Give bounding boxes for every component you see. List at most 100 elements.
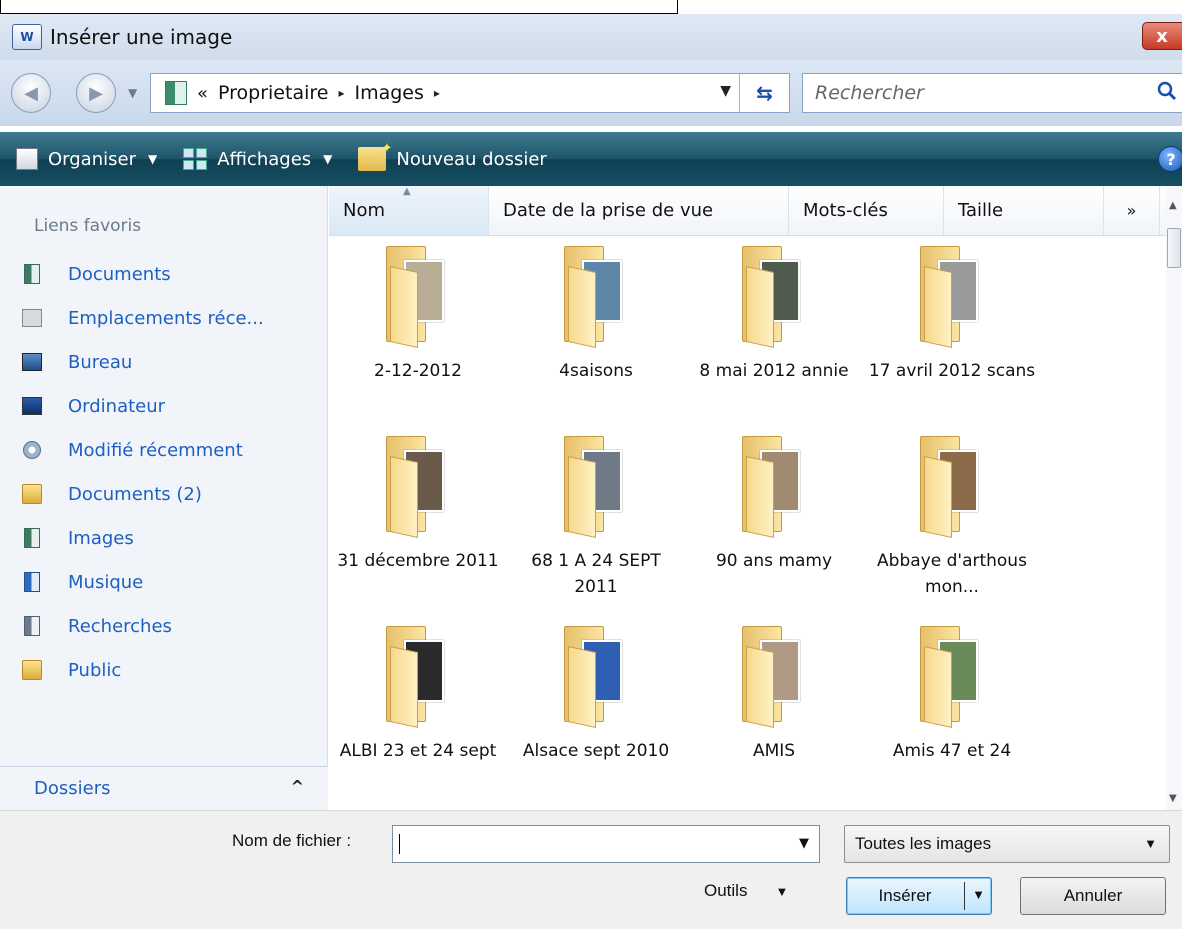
- column-header-size[interactable]: Taille: [944, 186, 1104, 235]
- address-dropdown-icon[interactable]: ▼: [720, 83, 731, 99]
- views-label: Affichages: [217, 148, 312, 170]
- back-button[interactable]: ◀: [11, 73, 51, 113]
- refresh-button[interactable]: ⇆: [739, 74, 789, 112]
- column-header-keywords[interactable]: Mots-clés: [789, 186, 944, 235]
- breadcrumb-overflow[interactable]: «: [197, 83, 208, 104]
- breadcrumb-proprietaire[interactable]: Proprietaire: [218, 82, 328, 104]
- photo-folder-icon: [920, 626, 984, 728]
- sidebar-item-recent-places[interactable]: Emplacements réce...: [22, 300, 264, 336]
- folder-name: Amis 47 et 24: [892, 741, 1012, 761]
- folder-name: 90 ans mamy: [715, 551, 833, 571]
- sidebar-item-music[interactable]: Musique: [22, 564, 143, 600]
- sort-ascending-icon: ▲: [403, 186, 411, 197]
- text-caret: [399, 834, 400, 854]
- filename-dropdown-icon[interactable]: ▼: [799, 836, 809, 851]
- forward-button[interactable]: ▶: [76, 73, 116, 113]
- navigation-pane: Liens favoris Documents Emplacements réc…: [0, 186, 328, 810]
- breadcrumb-separator-icon[interactable]: ▸: [338, 86, 344, 100]
- folder-name: 2-12-2012: [374, 361, 462, 381]
- sidebar-item-label: Emplacements réce...: [68, 307, 264, 329]
- computer-icon: [22, 397, 42, 415]
- vertical-scrollbar[interactable]: ▲ ▼: [1166, 186, 1182, 810]
- sidebar-item-label: Documents: [68, 263, 171, 285]
- cancel-button[interactable]: Annuler: [1020, 877, 1166, 915]
- insert-button[interactable]: Insérer ▼: [846, 877, 992, 915]
- folder-item[interactable]: Amis 47 et 24: [863, 626, 1041, 764]
- organise-label: Organiser: [48, 148, 136, 170]
- pictures-icon: [24, 528, 40, 548]
- sidebar-item-public[interactable]: Public: [22, 652, 121, 688]
- sidebar-item-desktop[interactable]: Bureau: [22, 344, 132, 380]
- new-folder-button[interactable]: Nouveau dossier: [358, 132, 547, 186]
- views-icon: [183, 148, 208, 170]
- address-bar[interactable]: « Proprietaire ▸ Images ▸ ▼ ⇆: [150, 73, 790, 113]
- insert-options-dropdown-icon[interactable]: ▼: [972, 887, 985, 902]
- folder-item[interactable]: 68 1 A 24 SEPT 2011: [507, 436, 685, 600]
- folder-name: 31 décembre 2011: [337, 551, 499, 571]
- search-icon[interactable]: [1157, 81, 1177, 101]
- scroll-down-icon[interactable]: ▼: [1169, 793, 1177, 804]
- filetype-value: Toutes les images: [855, 834, 992, 853]
- folder-name: ALBI 23 et 24 sept: [339, 741, 497, 761]
- forward-arrow-icon: ▶: [89, 82, 103, 104]
- folder-item[interactable]: 2-12-2012: [329, 246, 507, 384]
- filename-label: Nom de fichier :: [232, 831, 352, 850]
- scrollbar-thumb[interactable]: [1167, 228, 1181, 268]
- folder-item[interactable]: 90 ans mamy: [685, 436, 863, 574]
- column-header-label: Taille: [958, 200, 1004, 221]
- dialog-footer: Nom de fichier : ▼ Toutes les images ▼ O…: [0, 810, 1182, 929]
- word-document-icon: W: [12, 24, 42, 50]
- column-header-label: Mots-clés: [803, 200, 888, 221]
- recent-pages-dropdown[interactable]: ▼: [128, 86, 137, 100]
- sidebar-item-searches[interactable]: Recherches: [22, 608, 172, 644]
- folder-item[interactable]: ALBI 23 et 24 sept: [329, 626, 507, 764]
- searches-icon: [24, 616, 40, 636]
- sidebar-item-label: Documents (2): [68, 483, 202, 505]
- help-icon[interactable]: ?: [1158, 146, 1182, 172]
- photo-folder-icon: [386, 626, 450, 728]
- search-input[interactable]: [815, 82, 1135, 104]
- tools-button[interactable]: Outils ▼: [704, 881, 788, 901]
- folder-item[interactable]: 17 avril 2012 scans: [863, 246, 1041, 384]
- sidebar-item-recently-changed[interactable]: Modifié récemment: [22, 432, 243, 468]
- folder-item[interactable]: AMIS: [685, 626, 863, 764]
- sidebar-item-images[interactable]: Images: [22, 520, 134, 556]
- column-header-name[interactable]: ▲ Nom: [329, 186, 489, 235]
- breadcrumb: « Proprietaire ▸ Images ▸: [197, 82, 450, 104]
- folder-item[interactable]: Alsace sept 2010: [507, 626, 685, 764]
- sidebar-item-documents-2[interactable]: Documents (2): [22, 476, 202, 512]
- folder-item[interactable]: 8 mai 2012 annie: [685, 246, 863, 384]
- sidebar-item-label: Ordinateur: [68, 395, 166, 417]
- breadcrumb-images[interactable]: Images: [354, 82, 423, 104]
- filetype-select[interactable]: Toutes les images ▼: [844, 825, 1170, 863]
- filename-input[interactable]: ▼: [392, 825, 820, 863]
- chevron-down-icon: ▼: [1144, 836, 1157, 851]
- photo-folder-icon: [386, 246, 450, 348]
- recently-changed-icon: [23, 441, 41, 459]
- folder-name: 68 1 A 24 SEPT 2011: [531, 551, 661, 597]
- folder-item[interactable]: Abbaye d'arthous mon...: [863, 436, 1041, 600]
- scroll-up-icon[interactable]: ▲: [1169, 200, 1177, 211]
- pictures-folder-icon: [165, 81, 187, 105]
- desktop-icon: [22, 353, 42, 371]
- music-icon: [24, 572, 40, 592]
- folder-name: Alsace sept 2010: [522, 741, 670, 761]
- photo-folder-icon: [564, 626, 628, 728]
- sidebar-item-documents[interactable]: Documents: [22, 256, 171, 292]
- folder-icon: [22, 484, 42, 504]
- more-columns-button[interactable]: »: [1104, 186, 1160, 235]
- breadcrumb-separator-icon[interactable]: ▸: [434, 86, 440, 100]
- column-header-date-taken[interactable]: Date de la prise de vue: [489, 186, 789, 235]
- close-button[interactable]: x: [1142, 22, 1182, 50]
- organise-button[interactable]: Organiser ▼: [0, 132, 157, 186]
- folders-toggle[interactable]: Dossiers ^: [0, 766, 328, 810]
- chevron-down-icon: ▼: [775, 883, 789, 899]
- sidebar-item-computer[interactable]: Ordinateur: [22, 388, 165, 424]
- column-headers: ▲ Nom Date de la prise de vue Mots-clés …: [329, 186, 1182, 236]
- sidebar-item-label: Images: [68, 527, 134, 549]
- new-folder-label: Nouveau dossier: [396, 148, 547, 170]
- folder-item[interactable]: 31 décembre 2011: [329, 436, 507, 574]
- views-button[interactable]: Affichages ▼: [183, 132, 332, 186]
- background-window-edge: [0, 0, 678, 14]
- folder-item[interactable]: 4saisons: [507, 246, 685, 384]
